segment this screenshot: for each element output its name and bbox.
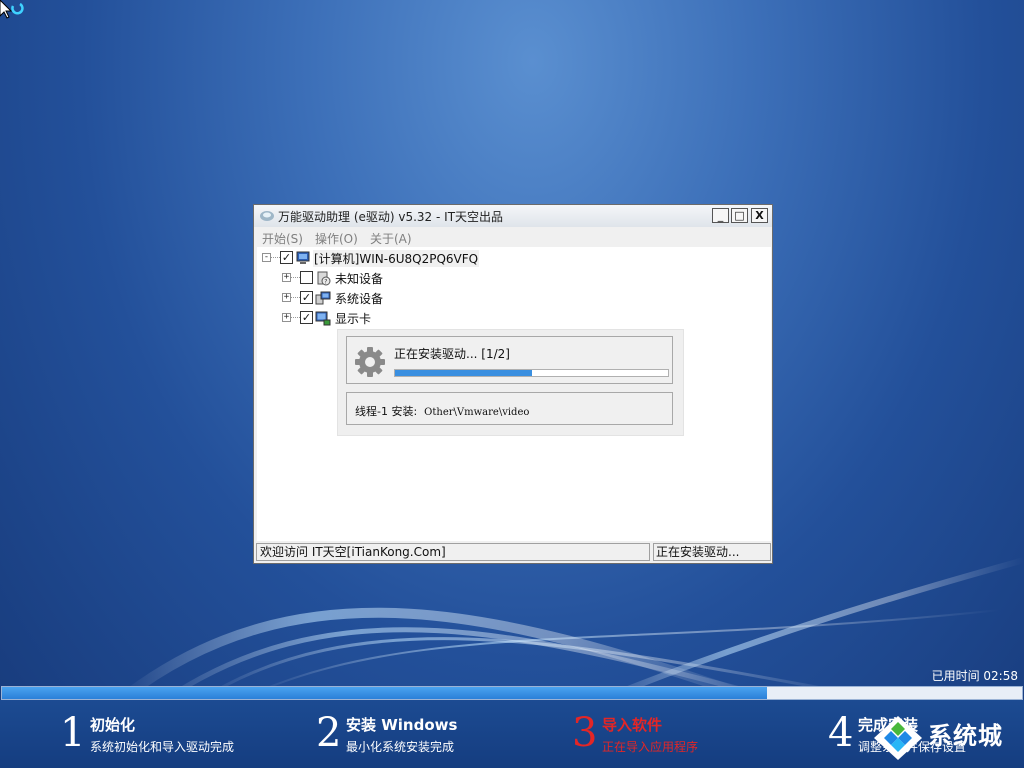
mouse-cursor-icon [0,0,24,19]
install-status-text: 正在安装驱动... [1/2] [394,347,510,361]
window-titlebar[interactable]: 万能驱动助理 (e驱动) v5.32 - IT天空出品 _ □ X [254,205,772,227]
step-title: 初始化 [90,716,136,734]
step-number: 4 [828,710,854,756]
step-desc: 最小化系统安装完成 [346,740,455,754]
step-title: 安装 Windows [346,716,458,734]
step-number: 1 [60,710,86,756]
status-state: 正在安装驱动... [653,543,771,561]
tree-node-computer[interactable]: - ✓ [计算机]WIN-6U8Q2PQ6VFQ [257,249,557,267]
step-number: 2 [316,710,342,756]
unknown-device-label: 未知设备 [335,272,384,286]
system-device-icon [315,291,331,305]
thread-info-box: 线程-1 安装: Other\Vmware\video [346,392,673,425]
overall-progress-fill [2,687,767,699]
elapsed-time: 已用时间 02:58 [931,669,1018,683]
unknown-device-checkbox[interactable] [300,271,313,284]
svg-text:?: ? [324,279,327,286]
system-device-checkbox[interactable]: ✓ [300,291,313,304]
display-adapter-icon [315,311,331,326]
status-welcome: 欢迎访问 IT天空[iTianKong.Com] [256,543,650,561]
display-adapter-label: 显示卡 [335,312,372,326]
overall-progress-bar [1,686,1023,700]
minimize-button[interactable]: _ [712,208,729,223]
root-label: [计算机]WIN-6U8Q2PQ6VFQ [313,250,480,267]
computer-icon [296,251,310,264]
root-checkbox[interactable]: ✓ [280,251,293,264]
menu-operation[interactable]: 操作(O) [315,230,358,247]
menu-start[interactable]: 开始(S) [262,230,303,247]
app-icon [260,211,274,221]
display-adapter-checkbox[interactable]: ✓ [300,311,313,324]
expand-icon[interactable]: + [282,273,291,282]
tree-node-unknown-device[interactable]: + ? 未知设备 [257,269,557,287]
tree-node-display-adapter[interactable]: + ✓ 显示卡 [257,309,557,327]
expand-icon[interactable]: + [282,293,291,302]
expand-icon[interactable]: + [282,313,291,322]
thread-info: 线程-1 安装: Other\Vmware\video [355,403,529,419]
status-bar: 欢迎访问 IT天空[iTianKong.Com] 正在安装驱动... [254,541,772,563]
watermark-text: 系统城 [928,722,1003,750]
watermark-logo-icon [874,716,922,760]
step-desc: 系统初始化和导入驱动完成 [90,740,235,754]
gear-icon [355,347,385,377]
thread-label: 线程-1 安装: [355,405,418,418]
system-device-label: 系统设备 [335,292,384,306]
unknown-device-icon: ? [317,271,331,286]
menu-bar: 开始(S) 操作(O) 关于(A) [254,227,772,247]
collapse-icon[interactable]: - [262,253,271,262]
step-number: 3 [572,710,598,756]
install-status-box: 正在安装驱动... [1/2] [346,336,673,384]
install-progress-fill [395,370,532,376]
install-progress-bar [394,369,669,377]
close-button[interactable]: X [751,208,768,223]
watermark-logo: 系统城 [870,714,1022,764]
maximize-button[interactable]: □ [731,208,748,223]
step-title: 导入软件 [602,716,663,734]
thread-path: Other\Vmware\video [424,407,530,418]
install-progress-dialog: 正在安装驱动... [1/2] 线程-1 安装: Other\Vmware\vi… [338,330,683,435]
window-title: 万能驱动助理 (e驱动) v5.32 - IT天空出品 [278,210,504,224]
step-desc: 正在导入应用程序 [602,740,699,754]
menu-about[interactable]: 关于(A) [370,230,412,247]
tree-node-system-device[interactable]: + ✓ 系统设备 [257,289,557,307]
